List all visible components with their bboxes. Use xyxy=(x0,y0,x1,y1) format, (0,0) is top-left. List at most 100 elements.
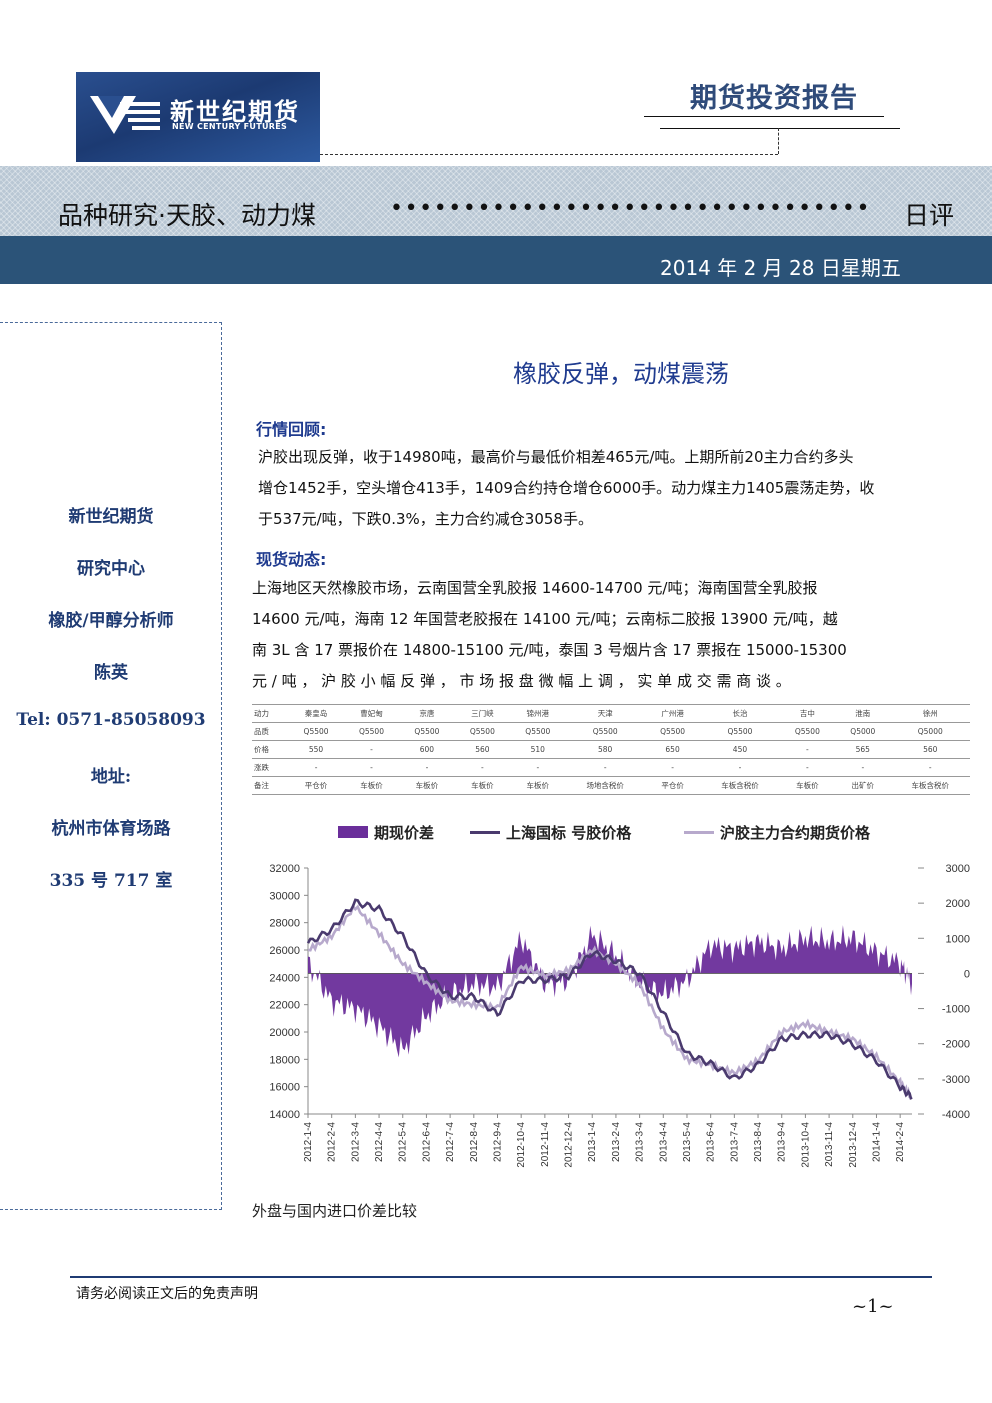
review-line: 于537元/吨，下跌0.3%，主力合约减仓3058手。 xyxy=(258,510,593,528)
sidebar-role: 橡胶/甲醇分析师 xyxy=(48,611,174,631)
table-cell: - xyxy=(399,758,455,777)
x-tick-label: 2013-1-4 xyxy=(587,1122,598,1162)
table-cell: 三门峡 xyxy=(454,704,511,723)
table-cell: 580 xyxy=(565,740,645,759)
spot-line: 上海地区天然橡胶市场，云南国营全乳胶报 14600-14700 元/吨；海南国营… xyxy=(252,579,818,597)
review-line: 增仓1452手，空头增仓413手，1409合约持仓增仓6000手。动力煤主力14… xyxy=(258,479,875,497)
spot-line: 14600 元/吨，海南 12 年国营老胶报在 14100 元/吨；云南标二胶报… xyxy=(252,610,838,628)
y-left-tick-label: 14000 xyxy=(269,1109,300,1121)
y-right-tick-label: 3000 xyxy=(946,863,970,875)
table-cell: Q5500 xyxy=(644,722,701,741)
market-review-text: 沪胶出现反弹，收于14980吨，最高价与最低价相差465元/吨。上期所前20主力… xyxy=(258,442,978,535)
sidebar-author: 陈英 xyxy=(94,663,128,683)
table-cell: - xyxy=(644,758,701,777)
table-cell: 秦皇岛 xyxy=(288,704,344,723)
table-cell: - xyxy=(288,758,344,777)
x-tick-label: 2012-2-4 xyxy=(327,1122,338,1162)
table-cell: 曹妃甸 xyxy=(343,704,400,723)
legend-spread-label: 期现价差 xyxy=(374,824,435,842)
y-left-tick-label: 16000 xyxy=(269,1082,300,1094)
table-cell: 565 xyxy=(835,740,891,759)
table-cell: 长治 xyxy=(700,704,780,723)
x-tick-label: 2012-9-4 xyxy=(492,1122,503,1162)
table-cell: 510 xyxy=(510,740,566,759)
header-dashed-horizontal xyxy=(320,154,778,155)
table-cell: 天津 xyxy=(565,704,645,723)
sidebar-company: 新世纪期货 xyxy=(68,507,154,527)
y-right-tick-label: 2000 xyxy=(946,898,970,910)
table-cell: 锦州港 xyxy=(510,704,566,723)
header-dashed-vertical xyxy=(778,128,779,154)
x-tick-label: 2013-4-4 xyxy=(658,1122,669,1162)
x-tick-label: 2012-1-4 xyxy=(303,1122,314,1162)
table-cell: 吉中 xyxy=(779,704,836,723)
review-line: 沪胶出现反弹，收于14980吨，最高价与最低价相差465元/吨。上期所前20主力… xyxy=(258,448,854,466)
footer-rule xyxy=(70,1276,932,1278)
y-left-tick-label: 24000 xyxy=(269,972,300,984)
table-cell: 650 xyxy=(644,740,701,759)
report-type-title: 期货投资报告 xyxy=(690,83,858,114)
report-frequency: 日评 xyxy=(904,201,955,230)
table-cell: 560 xyxy=(454,740,511,759)
table-cell: 动力 xyxy=(252,704,289,723)
x-tick-label: 2013-3-4 xyxy=(635,1122,646,1162)
legend-spot-swatch xyxy=(470,831,500,834)
table-cell: 品质 xyxy=(252,722,289,741)
table-cell: 平仓价 xyxy=(288,776,344,795)
table-cell: - xyxy=(700,758,780,777)
table-cell: 550 xyxy=(288,740,344,759)
spot-news-text: 上海地区天然橡胶市场，云南国营全乳胶报 14600-14700 元/吨；海南国营… xyxy=(252,573,972,697)
y-left-tick-label: 30000 xyxy=(269,890,300,902)
y-left-tick-label: 20000 xyxy=(269,1027,300,1039)
table-cell: Q5000 xyxy=(835,722,891,741)
table-row: 价格 550-600 560 510 580 650 450-565 560 xyxy=(252,740,970,759)
x-tick-label: 2013-8-4 xyxy=(753,1122,764,1162)
x-tick-label: 2012-7-4 xyxy=(445,1122,456,1162)
section-spot-news: 现货动态: xyxy=(256,550,327,569)
sidebar-telephone: Tel: 0571-85058093 xyxy=(16,710,206,730)
y-left-tick-label: 32000 xyxy=(269,863,300,875)
table-row: 品质 Q5500 Q5500 Q5500 Q5500 Q5500 Q5500 Q5500 Q55… xyxy=(252,722,970,741)
table-cell: 车板含税价 xyxy=(890,776,970,795)
table-cell: 备注 xyxy=(252,776,289,795)
table-cell: - xyxy=(510,758,566,777)
sidebar-address-label: 地址: xyxy=(90,767,132,787)
y-right-tick-label: -3000 xyxy=(942,1074,970,1086)
report-date: 2014 年 2 月 28 日星期五 xyxy=(660,256,901,280)
table-cell: - xyxy=(454,758,511,777)
x-tick-label: 2012-10-4 xyxy=(516,1122,527,1168)
table-cell: Q5500 xyxy=(343,722,400,741)
category-title: 品种研究·天胶、动力煤 xyxy=(58,201,316,230)
footer-disclaimer: 请务必阅读正文后的免责声明 xyxy=(76,1286,258,1302)
x-tick-label: 2012-8-4 xyxy=(469,1122,480,1162)
header-rule-2 xyxy=(660,128,900,129)
table-cell: 平仓价 xyxy=(644,776,701,795)
article-title: 橡胶反弹，动煤震荡 xyxy=(513,360,729,388)
spot-line: 南 3L 含 17 票报价在 14800-15100 元/吨，泰国 3 号烟片含… xyxy=(252,641,847,659)
table-cell: Q5500 xyxy=(510,722,566,741)
table-cell: 450 xyxy=(700,740,780,759)
legend-spread-swatch xyxy=(338,826,368,838)
x-tick-label: 2013-9-4 xyxy=(777,1122,788,1162)
y-right-tick-label: -4000 xyxy=(942,1109,970,1121)
table-cell: Q5500 xyxy=(565,722,645,741)
table-row: 动力 秦皇岛 曹妃甸 京唐 三门峡 锦州港 天津 广州港 长治 吉中 淮南 徐州 xyxy=(252,704,970,723)
table-cell: Q5500 xyxy=(399,722,455,741)
x-tick-label: 2012-6-4 xyxy=(421,1122,432,1162)
y-right-tick-label: 0 xyxy=(964,968,970,980)
table-cell: 车板价 xyxy=(343,776,400,795)
sidebar-department: 研究中心 xyxy=(77,559,145,579)
y-left-tick-label: 28000 xyxy=(269,918,300,930)
table-cell: 560 xyxy=(890,740,970,759)
x-tick-label: 2013-6-4 xyxy=(706,1122,717,1162)
sidebar-address-line2: 335 号 717 室 xyxy=(49,871,173,891)
y-left-tick-label: 18000 xyxy=(269,1054,300,1066)
page-number: ~1~ xyxy=(852,1296,894,1317)
sidebar-address-line1: 杭州市体育场路 xyxy=(51,819,171,839)
x-tick-label: 2012-4-4 xyxy=(374,1122,385,1162)
table-cell: - xyxy=(779,758,836,777)
category-leader-dots: ••••••••••••••••••••••••••••••••• xyxy=(390,196,872,221)
x-tick-label: 2013-11-4 xyxy=(824,1122,835,1167)
table-cell: Q5500 xyxy=(454,722,511,741)
x-tick-label: 2013-10-4 xyxy=(800,1122,811,1168)
